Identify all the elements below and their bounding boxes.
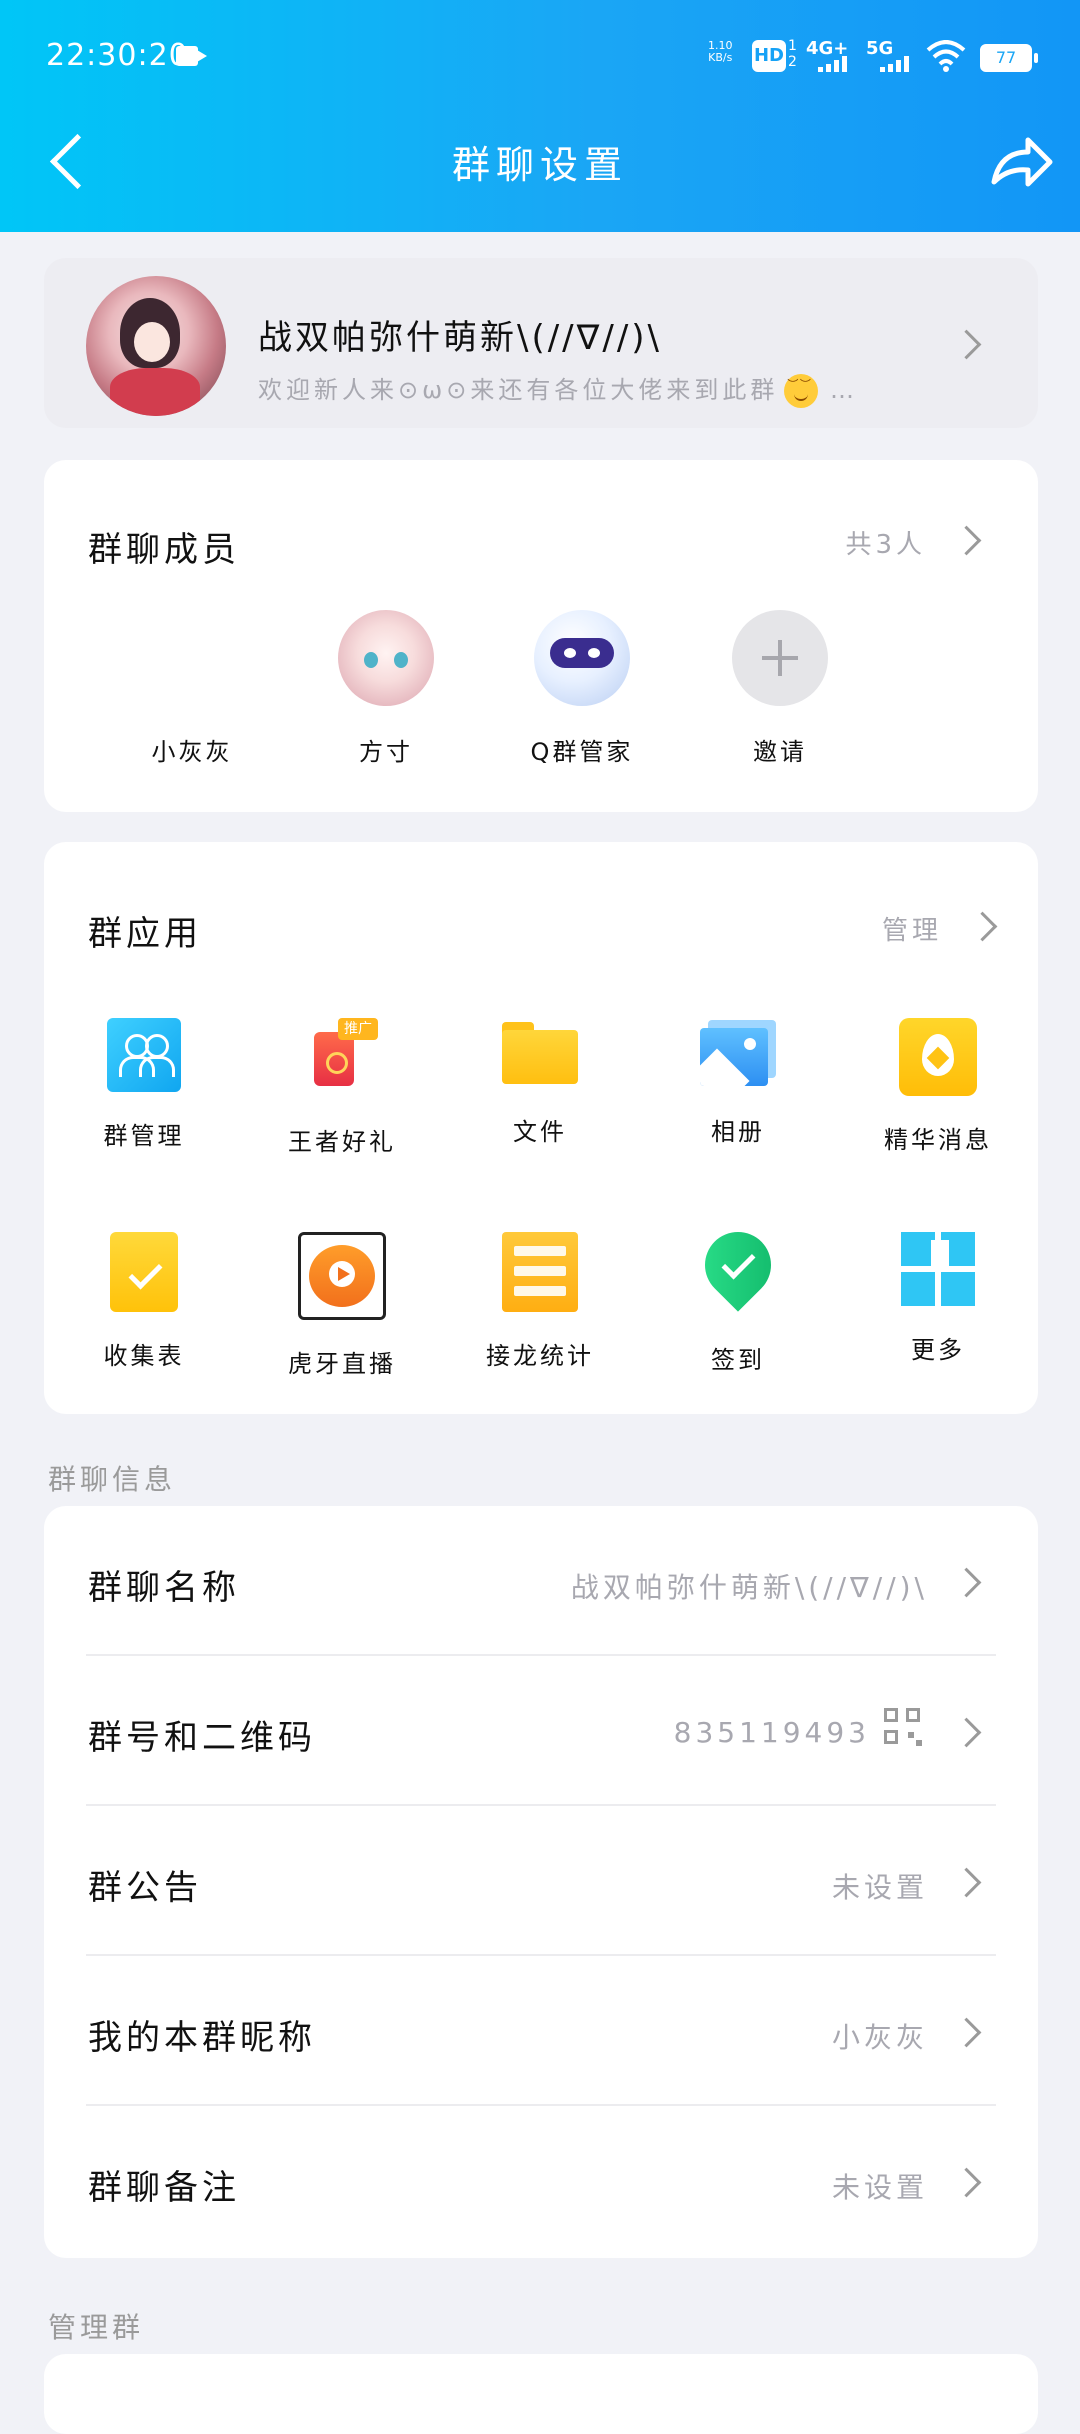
app-label: 虎牙直播: [288, 1350, 396, 1378]
group-name: 战双帕弥什萌新\(//∇//)\: [258, 318, 663, 358]
member-item[interactable]: 小灰灰: [112, 610, 272, 767]
member-item[interactable]: 方寸: [306, 610, 466, 767]
app-gift[interactable]: 推广 王者好礼: [242, 1018, 442, 1157]
app-relay-stats[interactable]: 接龙统计: [440, 1232, 640, 1371]
invite-label: 邀请: [753, 738, 807, 766]
gift-icon: 推广: [302, 1018, 382, 1098]
invite-member-button[interactable]: 邀请: [700, 610, 860, 767]
battery-indicator: 77: [980, 44, 1038, 72]
chevron-right-icon: [951, 1867, 982, 1898]
app-label: 文件: [513, 1118, 567, 1146]
group-apps-card: 群应用 管理 群管理 推广 王者好礼 文件 相册 精华消息 收集表 虎牙直播 接…: [44, 842, 1038, 1414]
app-label: 签到: [711, 1346, 765, 1374]
collect-form-icon: [110, 1232, 178, 1312]
promo-badge: 推广: [338, 1018, 378, 1040]
share-icon[interactable]: [990, 132, 1054, 192]
member-name: 小灰灰: [151, 738, 233, 766]
chevron-right-icon: [951, 1567, 982, 1598]
huya-icon: [298, 1232, 386, 1320]
member-avatar: [144, 610, 240, 706]
chevron-right-icon[interactable]: [951, 525, 982, 556]
hd-sim-index: 1 2: [788, 38, 797, 70]
member-item[interactable]: Q群管家: [502, 610, 662, 767]
group-profile-card[interactable]: 战双帕弥什萌新\(//∇//)\ 欢迎新人来⊙ω⊙来还有各位大佬来到此群 …: [44, 258, 1038, 428]
status-bar: 22:30:20 1.10 KB/s HD 1 2 4G+ 5G 77: [0, 0, 1080, 118]
app-label: 精华消息: [884, 1126, 992, 1154]
chevron-right-icon: [951, 2017, 982, 2048]
row-value: 战双帕弥什萌新\(//∇//)\: [570, 1571, 928, 1604]
member-name: 方寸: [359, 738, 413, 766]
app-label: 王者好礼: [288, 1128, 396, 1156]
row-value: 小灰灰: [831, 2021, 928, 2054]
row-label: 群聊备注: [88, 2168, 240, 2208]
app-more[interactable]: 更多: [838, 1232, 1038, 1365]
net-speed: 1.10 KB/s: [708, 39, 733, 64]
app-label: 接龙统计: [486, 1342, 594, 1370]
wifi-icon: [926, 40, 966, 72]
page-title: 群聊设置: [451, 143, 628, 187]
group-number-qr-row[interactable]: 群号和二维码 835119493: [44, 1656, 1038, 1806]
apps-manage-link[interactable]: 管理: [882, 910, 942, 947]
members-title: 群聊成员: [88, 530, 240, 570]
group-info-card: 群聊名称 战双帕弥什萌新\(//∇//)\ 群号和二维码 835119493 群…: [44, 1506, 1038, 2258]
app-files[interactable]: 文件: [440, 1018, 640, 1147]
group-manage-icon: [107, 1018, 181, 1092]
group-avatar: [86, 276, 226, 416]
app-album[interactable]: 相册: [638, 1018, 838, 1147]
checkin-icon: [691, 1218, 785, 1316]
apps-title: 群应用: [88, 914, 202, 954]
more-grid-icon: [901, 1232, 975, 1306]
group-description: 欢迎新人来⊙ω⊙来还有各位大佬来到此群 …: [258, 370, 858, 408]
my-nickname-row[interactable]: 我的本群昵称 小灰灰: [44, 1956, 1038, 2106]
app-collect-form[interactable]: 收集表: [44, 1232, 244, 1371]
smile-emoji-icon: [784, 374, 819, 408]
folder-icon: [500, 1018, 580, 1088]
header-bar: 22:30:20 1.10 KB/s HD 1 2 4G+ 5G 77 群聊设置: [0, 0, 1080, 232]
manage-group-section-label: 管理群: [48, 2311, 145, 2344]
group-remark-row[interactable]: 群聊备注 未设置: [44, 2106, 1038, 2256]
group-description-suffix: …: [829, 376, 858, 404]
app-checkin[interactable]: 签到: [638, 1218, 838, 1375]
app-label: 更多: [911, 1336, 965, 1364]
signal-bars-icon: [818, 56, 847, 72]
member-name: Q群管家: [530, 738, 634, 766]
row-value: 835119493: [673, 1716, 870, 1749]
hd-badge: HD: [752, 40, 786, 72]
row-label: 群聊名称: [88, 1568, 240, 1608]
app-essence[interactable]: 精华消息: [838, 1018, 1038, 1155]
row-value: 未设置: [831, 2171, 928, 2204]
group-info-section-label: 群聊信息: [48, 1463, 177, 1496]
app-group-manage[interactable]: 群管理: [44, 1018, 244, 1151]
chevron-right-icon: [951, 1717, 982, 1748]
video-camera-icon: [176, 46, 207, 66]
chevron-right-icon[interactable]: [967, 911, 998, 942]
qq-butler-robot-icon: [534, 610, 630, 706]
group-announcement-row[interactable]: 群公告 未设置: [44, 1806, 1038, 1956]
row-value: 未设置: [831, 1871, 928, 1904]
members-card: 群聊成员 共3人 小灰灰 方寸 Q群管家 邀请: [44, 460, 1038, 812]
row-label: 我的本群昵称: [88, 2018, 316, 2058]
app-label: 群管理: [103, 1122, 185, 1150]
signal-bars-5g-icon: [880, 56, 909, 72]
album-icon: [698, 1018, 778, 1088]
app-huya[interactable]: 虎牙直播: [242, 1232, 442, 1379]
essence-icon: [899, 1018, 977, 1096]
chevron-right-icon: [951, 329, 982, 360]
row-label: 群公告: [88, 1868, 202, 1908]
relay-stats-icon: [502, 1232, 578, 1312]
member-avatar: [338, 610, 434, 706]
app-label: 收集表: [103, 1342, 185, 1370]
members-count[interactable]: 共3人: [845, 524, 926, 561]
row-label: 群号和二维码: [88, 1718, 316, 1758]
status-time: 22:30:20: [46, 38, 189, 73]
group-name-row[interactable]: 群聊名称 战双帕弥什萌新\(//∇//)\: [44, 1506, 1038, 1656]
manage-group-card[interactable]: [44, 2354, 1038, 2434]
chevron-right-icon: [951, 2167, 982, 2198]
qr-code-icon: [884, 1708, 922, 1746]
group-description-text: 欢迎新人来⊙ω⊙来还有各位大佬来到此群: [258, 376, 779, 404]
plus-icon: [732, 610, 828, 706]
app-label: 相册: [711, 1118, 765, 1146]
